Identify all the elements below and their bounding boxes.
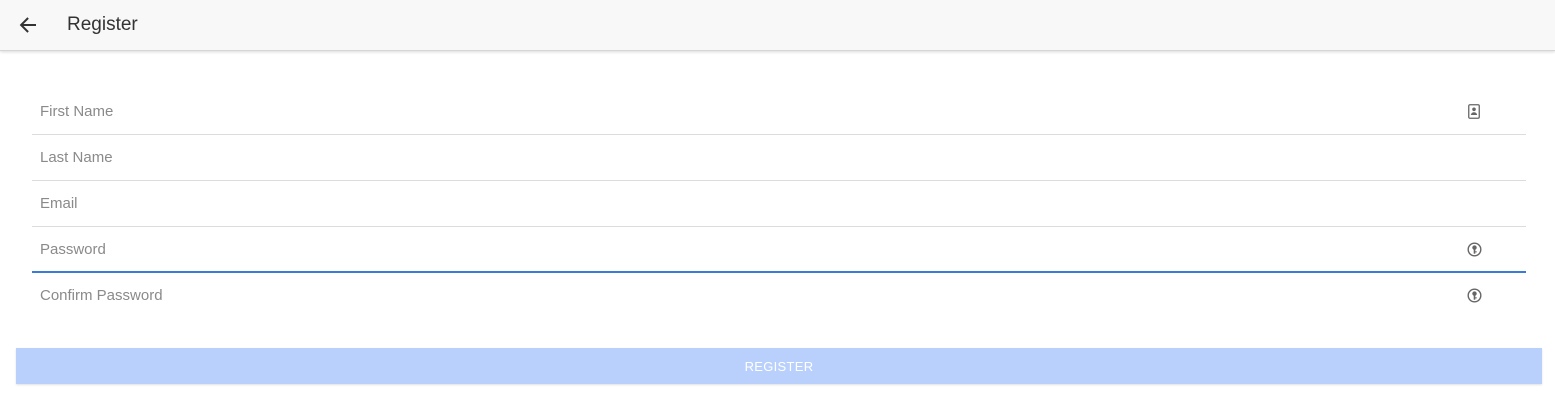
password-input[interactable] xyxy=(32,227,1432,271)
register-form xyxy=(32,89,1526,319)
key-icon[interactable] xyxy=(1466,241,1482,257)
last-name-input[interactable] xyxy=(32,135,1432,179)
first-name-field-row xyxy=(32,89,1526,135)
back-button[interactable] xyxy=(12,10,44,40)
email-field-row xyxy=(32,181,1526,227)
toolbar: Register xyxy=(0,0,1555,51)
arrow-back-icon xyxy=(19,17,36,33)
password-field-row xyxy=(32,227,1526,273)
page-title: Register xyxy=(67,14,138,35)
confirm-password-input[interactable] xyxy=(32,273,1432,317)
contact-card-icon[interactable] xyxy=(1466,103,1482,119)
first-name-input[interactable] xyxy=(32,89,1432,133)
register-button[interactable]: REGISTER xyxy=(16,348,1542,384)
key-icon[interactable] xyxy=(1466,287,1482,303)
email-input[interactable] xyxy=(32,181,1432,225)
last-name-field-row xyxy=(32,135,1526,181)
confirm-password-field-row xyxy=(32,273,1526,319)
